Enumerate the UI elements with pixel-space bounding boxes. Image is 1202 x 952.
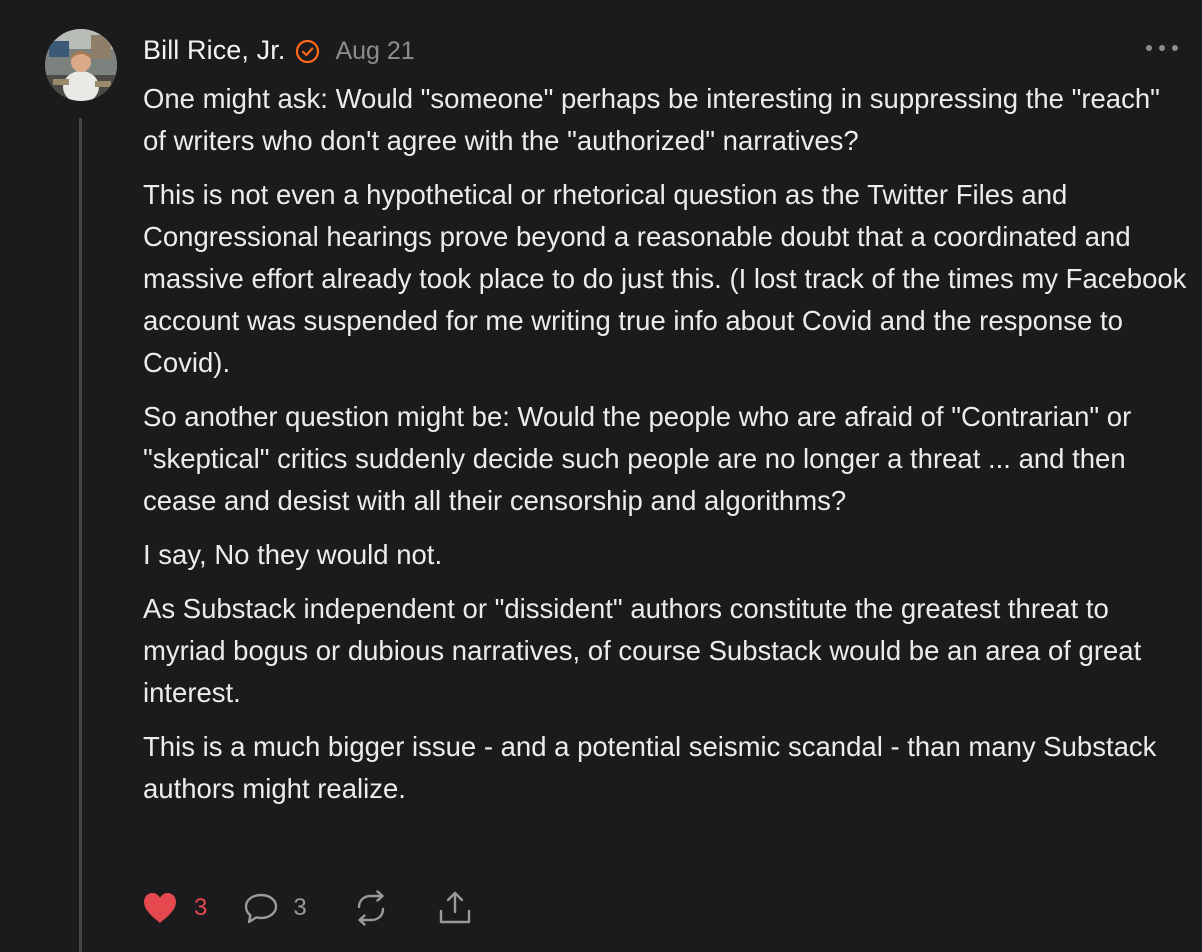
share-icon xyxy=(439,891,470,924)
thread-line xyxy=(79,118,82,952)
comment-paragraph: So another question might be: Would the … xyxy=(143,401,1132,516)
restack-button[interactable] xyxy=(353,890,389,926)
more-horizontal-icon xyxy=(1146,45,1152,51)
author-name[interactable]: Bill Rice, Jr. xyxy=(143,35,285,66)
comment: Bill Rice, Jr. Aug 21 One might ask: Wou… xyxy=(0,0,1202,952)
comment-paragraph: This is a much bigger issue - and a pote… xyxy=(143,731,1157,804)
comment-body: One might ask: Would "someone" perhaps b… xyxy=(143,78,1188,822)
like-button[interactable]: 3 xyxy=(141,890,207,926)
like-count: 3 xyxy=(194,894,208,921)
speech-bubble-icon xyxy=(245,893,278,924)
verified-check-icon xyxy=(296,39,320,63)
comment-paragraph: I say, No they would not. xyxy=(143,539,443,570)
avatar-image xyxy=(45,29,117,101)
more-options-button[interactable] xyxy=(1146,40,1178,56)
comment-paragraph: As Substack independent or "dissident" a… xyxy=(143,593,1142,708)
heart-icon xyxy=(144,893,176,923)
reply-count: 3 xyxy=(293,894,307,921)
comment-actions: 3 3 xyxy=(141,885,473,931)
share-button[interactable] xyxy=(437,890,473,926)
avatar[interactable] xyxy=(45,29,117,101)
restack-icon xyxy=(357,890,384,926)
comment-paragraph: One might ask: Would "someone" perhaps b… xyxy=(143,83,1160,156)
reply-button[interactable]: 3 xyxy=(243,891,307,925)
comment-date[interactable]: Aug 21 xyxy=(335,37,414,66)
comment-header: Bill Rice, Jr. Aug 21 xyxy=(143,30,415,70)
comment-paragraph: This is not even a hypothetical or rheto… xyxy=(143,179,1187,378)
